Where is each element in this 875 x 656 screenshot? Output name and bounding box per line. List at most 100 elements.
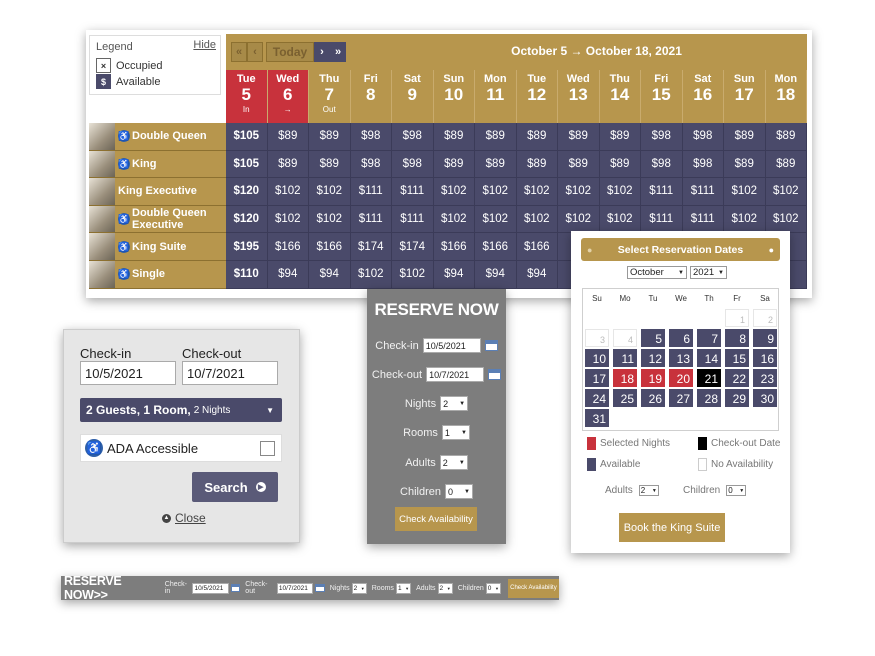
rate-cell[interactable]: $102 — [558, 178, 600, 206]
rate-cell[interactable]: $89 — [558, 123, 600, 151]
rate-cell[interactable]: $111 — [641, 178, 683, 206]
last-page-button[interactable]: » — [330, 42, 346, 62]
bar-adults-select[interactable]: 2 ▼ — [437, 582, 453, 594]
day-header[interactable]: Sun 10 — [433, 70, 475, 123]
room-row[interactable]: ♿ Double Queen — [89, 123, 226, 151]
rate-cell[interactable]: $195 — [226, 233, 268, 261]
rate-cell[interactable]: $166 — [309, 233, 351, 261]
calendar-icon[interactable] — [488, 369, 502, 380]
month-select[interactable]: October ▼ — [627, 266, 687, 279]
room-row[interactable]: ♿ King — [89, 150, 226, 179]
rate-cell[interactable]: $98 — [350, 123, 392, 151]
rv-children-select[interactable]: 0 ▼ — [444, 484, 473, 499]
rate-cell[interactable]: $89 — [309, 150, 351, 179]
rate-cell[interactable]: $102 — [765, 205, 807, 234]
rate-cell[interactable]: $89 — [724, 123, 766, 151]
calendar-day[interactable]: 10 — [585, 349, 609, 367]
rate-cell[interactable]: $174 — [350, 233, 392, 261]
calendar-day[interactable]: 7 — [697, 329, 721, 347]
calendar-day[interactable]: 14 — [697, 349, 721, 367]
bar-check-availability-button[interactable]: Check Availability — [507, 578, 559, 598]
calendar-day[interactable]: 23 — [753, 369, 777, 387]
room-row[interactable]: ♿ Single — [89, 260, 226, 289]
calendar-day[interactable]: 5 — [641, 329, 665, 347]
day-header[interactable]: Fri 15 — [641, 70, 683, 123]
calendar-day[interactable]: 24 — [585, 389, 609, 407]
rv-checkout-field[interactable]: 10/7/2021 — [426, 367, 485, 382]
calendar-day[interactable]: 30 — [753, 389, 777, 407]
rate-cell[interactable]: $105 — [226, 150, 268, 179]
calendar-day[interactable]: 11 — [613, 349, 637, 367]
first-page-button[interactable]: « — [231, 42, 247, 62]
calendar-day[interactable]: 20 — [669, 369, 693, 387]
day-header[interactable]: Sun 17 — [724, 70, 766, 123]
calendar-icon[interactable] — [315, 584, 325, 592]
day-header[interactable]: Thu 14 — [599, 70, 641, 123]
rv-rooms-select[interactable]: 1 ▼ — [441, 425, 470, 440]
calendar-day[interactable]: 25 — [613, 389, 637, 407]
rate-cell[interactable]: $120 — [226, 205, 268, 234]
calendar-icon[interactable] — [484, 340, 498, 351]
calendar-day[interactable]: 31 — [585, 409, 609, 427]
rate-cell[interactable]: $89 — [433, 150, 475, 179]
rate-cell[interactable]: $89 — [599, 150, 641, 179]
rate-cell[interactable]: $111 — [682, 205, 724, 234]
room-name[interactable]: ♿ King — [115, 157, 156, 170]
rate-cell[interactable]: $110 — [226, 260, 268, 289]
rate-cell[interactable]: $98 — [392, 123, 434, 151]
rate-cell[interactable]: $102 — [392, 260, 434, 289]
rate-cell[interactable]: $89 — [765, 150, 807, 179]
day-header[interactable]: Mon 11 — [475, 70, 517, 123]
rate-cell[interactable]: $166 — [267, 233, 309, 261]
calendar-day[interactable]: 21 — [697, 369, 721, 387]
day-header[interactable]: Sat 9 — [392, 70, 434, 123]
calendar-day[interactable]: 26 — [641, 389, 665, 407]
rate-cell[interactable]: $102 — [309, 178, 351, 206]
calendar-day[interactable]: 22 — [725, 369, 749, 387]
day-header[interactable]: Fri 8 — [350, 70, 392, 123]
calendar-day[interactable]: 8 — [725, 329, 749, 347]
rate-cell[interactable]: $111 — [350, 205, 392, 234]
checkout-field[interactable]: 10/7/2021 — [182, 361, 278, 385]
calendar-day[interactable]: 27 — [669, 389, 693, 407]
rate-cell[interactable]: $120 — [226, 178, 268, 206]
rate-cell[interactable]: $102 — [516, 205, 558, 234]
room-name[interactable]: ♿ Double Queen — [115, 130, 207, 143]
calendar-day[interactable]: 28 — [697, 389, 721, 407]
rate-cell[interactable]: $89 — [433, 123, 475, 151]
rate-cell[interactable]: $89 — [516, 123, 558, 151]
rate-cell[interactable]: $98 — [641, 150, 683, 179]
rate-cell[interactable]: $94 — [475, 260, 517, 289]
bar-children-select[interactable]: 0 ▼ — [485, 582, 501, 594]
rate-cell[interactable]: $94 — [433, 260, 475, 289]
rate-cell[interactable]: $102 — [724, 178, 766, 206]
today-button[interactable]: Today — [266, 42, 314, 62]
rate-cell[interactable]: $111 — [682, 178, 724, 206]
room-name[interactable]: ♿ King Suite — [115, 240, 186, 253]
bar-rooms-select[interactable]: 1 ▼ — [395, 582, 412, 594]
rate-cell[interactable]: $102 — [599, 205, 641, 234]
rate-cell[interactable]: $94 — [267, 260, 309, 289]
day-header[interactable]: Tue 5 In — [226, 70, 268, 123]
rate-cell[interactable]: $94 — [516, 260, 558, 289]
rate-cell[interactable]: $102 — [765, 178, 807, 206]
rate-cell[interactable]: $102 — [433, 178, 475, 206]
rate-cell[interactable]: $89 — [475, 123, 517, 151]
calendar-icon[interactable] — [230, 584, 241, 592]
day-header[interactable]: Mon 18 — [765, 70, 807, 123]
rv-adults-select[interactable]: 2 ▼ — [439, 455, 468, 470]
day-header[interactable]: Wed 6 → — [267, 70, 309, 123]
rate-cell[interactable]: $174 — [392, 233, 434, 261]
day-header[interactable]: Tue 12 — [516, 70, 558, 123]
rate-cell[interactable]: $105 — [226, 123, 268, 151]
rate-cell[interactable]: $102 — [599, 178, 641, 206]
calendar-day[interactable]: 19 — [641, 369, 665, 387]
dp-children-select[interactable]: 0 ▼ — [726, 485, 747, 496]
rate-cell[interactable]: $166 — [475, 233, 517, 261]
rate-cell[interactable]: $89 — [558, 150, 600, 179]
rate-cell[interactable]: $98 — [350, 150, 392, 179]
calendar-day[interactable]: 9 — [753, 329, 777, 347]
rate-cell[interactable]: $111 — [392, 178, 434, 206]
rate-cell[interactable]: $89 — [765, 123, 807, 151]
rv-checkin-field[interactable]: 10/5/2021 — [422, 338, 481, 353]
